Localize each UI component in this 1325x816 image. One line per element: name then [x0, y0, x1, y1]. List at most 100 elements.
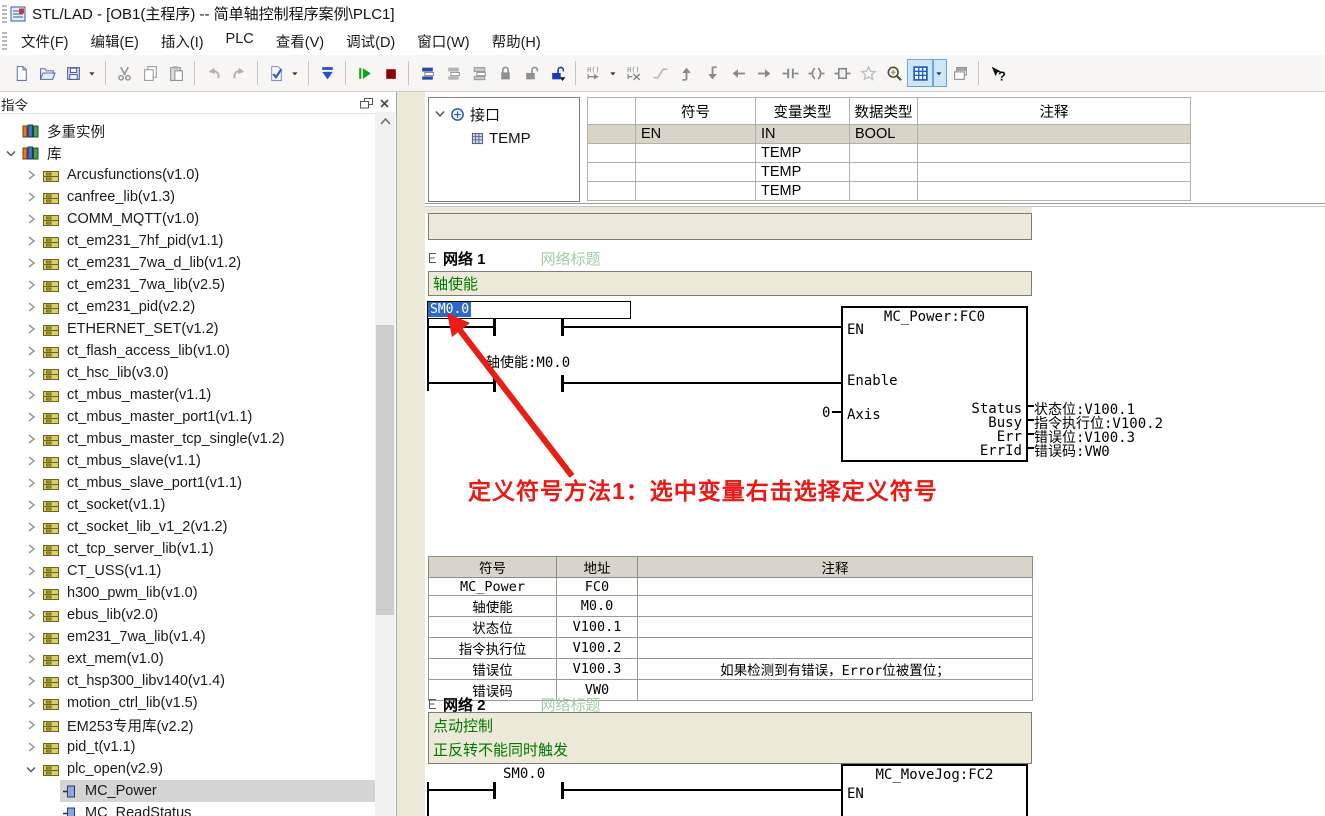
move-up-icon[interactable]: [673, 59, 699, 87]
mc-power-block[interactable]: MC_Power:FC0 EN Enable Axis Status Busy …: [841, 306, 1028, 462]
menu-item-1[interactable]: 文件(F): [10, 28, 80, 55]
cascade-windows-icon[interactable]: [947, 59, 973, 87]
favorites-icon[interactable]: [855, 59, 881, 87]
tree-item-content[interactable]: ct_socket(v1.1): [40, 494, 375, 516]
tree-item-ct_socket-v1-1-[interactable]: ct_socket(v1.1): [0, 494, 375, 516]
panel-splitter[interactable]: [397, 92, 425, 816]
lock-icon[interactable]: [492, 59, 518, 87]
var-cell[interactable]: [850, 144, 918, 163]
tree-item-content[interactable]: ct_mbus_master(v1.1): [40, 384, 375, 406]
tree-item-ct_em231_7hf_pid-v1-1-[interactable]: ct_em231_7hf_pid(v1.1): [0, 230, 375, 252]
symbol-cell[interactable]: 轴使能: [429, 596, 557, 617]
cut-icon[interactable]: [111, 59, 137, 87]
interface-temp-row[interactable]: TEMP: [429, 126, 579, 150]
tree-item-motion_ctrl_lib-v1-5-[interactable]: motion_ctrl_lib(v1.5): [0, 692, 375, 714]
symbol-cell[interactable]: FC0: [557, 578, 638, 596]
collapse-network-icon[interactable]: [428, 252, 438, 264]
pou-comment-box[interactable]: [428, 213, 1032, 240]
tree-item-ext_mem-v1-0-[interactable]: ext_mem(v1.0): [0, 648, 375, 670]
tree-item-ct_socket_lib_v1_2-v1-2-[interactable]: ct_socket_lib_v1_2(v1.2): [0, 516, 375, 538]
symbol-cell[interactable]: [638, 638, 1033, 659]
collapse-network-icon[interactable]: [428, 698, 438, 710]
tree-item-content[interactable]: canfree_lib(v1.3): [40, 186, 375, 208]
chevron-down-icon[interactable]: [2, 149, 20, 158]
symbol-cell[interactable]: MC_Power: [429, 578, 557, 596]
var-cell[interactable]: TEMP: [756, 182, 850, 201]
chevron-right-icon[interactable]: [22, 566, 40, 576]
symbol-cell[interactable]: 指令执行位: [429, 638, 557, 659]
tree-item-content[interactable]: ct_em231_7wa_lib(v2.5): [40, 274, 375, 296]
tree-item-ct_em231_pid-v2-2-[interactable]: ct_em231_pid(v2.2): [0, 296, 375, 318]
menu-item-4[interactable]: PLC: [215, 28, 265, 55]
tree-item-comm_mqtt-v1-0-[interactable]: COMM_MQTT(v1.0): [0, 208, 375, 230]
var-cell[interactable]: [850, 182, 918, 201]
insert-contact-icon[interactable]: [777, 59, 803, 87]
tree-item-content[interactable]: ct_hsp300_libv140(v1.4): [40, 670, 375, 692]
tree-item--[interactable]: 库: [0, 142, 375, 164]
compile-more-icon[interactable]: [289, 59, 303, 87]
branch-more-icon[interactable]: [607, 59, 621, 87]
tree-item-content[interactable]: pid_t(v1.1): [40, 736, 375, 758]
chevron-right-icon[interactable]: [22, 412, 40, 422]
tree-item-content[interactable]: ct_em231_7hf_pid(v1.1): [40, 230, 375, 252]
tree-item-ct_mbus_master_tcp_single-v1-2-[interactable]: ct_mbus_master_tcp_single(v1.2): [0, 428, 375, 450]
tree-item-content[interactable]: plc_open(v2.9): [40, 758, 375, 780]
tree-item-content[interactable]: ETHERNET_SET(v1.2): [40, 318, 375, 340]
context-help-icon[interactable]: ?: [984, 59, 1010, 87]
tree-item-content[interactable]: ct_flash_access_lib(v1.0): [40, 340, 375, 362]
var-cell[interactable]: [636, 144, 756, 163]
symbol-cell[interactable]: V100.3: [557, 659, 638, 680]
var-cell[interactable]: [918, 163, 1191, 182]
tree-item-content[interactable]: motion_ctrl_lib(v1.5): [40, 692, 375, 714]
chevron-right-icon[interactable]: [22, 654, 40, 664]
var-cell[interactable]: TEMP: [756, 144, 850, 163]
chevron-right-icon[interactable]: [22, 390, 40, 400]
tree-item-content[interactable]: MC_ReadStatus: [60, 802, 375, 816]
chevron-right-icon[interactable]: [22, 676, 40, 686]
delete-network-icon[interactable]: [440, 59, 466, 87]
tree-item-ct_mbus_master_port1-v1-1-[interactable]: ct_mbus_master_port1(v1.1): [0, 406, 375, 428]
chevron-right-icon[interactable]: [22, 434, 40, 444]
chevron-right-icon[interactable]: [22, 720, 40, 730]
undo-icon[interactable]: [200, 59, 226, 87]
var-table-row[interactable]: TEMP: [588, 163, 1191, 182]
tree-item-ct_em231_7wa_d_lib-v1-2-[interactable]: ct_em231_7wa_d_lib(v1.2): [0, 252, 375, 274]
net2-contact-label[interactable]: SM0.0: [503, 766, 545, 782]
tree-item-pid_t-v1-1-[interactable]: pid_t(v1.1): [0, 736, 375, 758]
tree-item-content[interactable]: ebus_lib(v2.0): [40, 604, 375, 626]
axis-input-value[interactable]: 0: [822, 405, 830, 421]
sidebar-scrollbar[interactable]: [375, 112, 395, 816]
tree-item-h300_pwm_lib-v1-0-[interactable]: h300_pwm_lib(v1.0): [0, 582, 375, 604]
symbol-cell[interactable]: [638, 680, 1033, 701]
tree-item-content[interactable]: em231_7wa_lib(v1.4): [40, 626, 375, 648]
edit-network-icon[interactable]: [466, 59, 492, 87]
scrollbar-thumb[interactable]: [376, 325, 394, 615]
chevron-right-icon[interactable]: [22, 698, 40, 708]
var-table-row[interactable]: TEMP: [588, 144, 1191, 163]
contact-bar[interactable]: [493, 782, 496, 799]
symbol-table-row[interactable]: MC_PowerFC0: [429, 578, 1033, 596]
tree-item-content[interactable]: Arcusfunctions(v1.0): [40, 164, 375, 186]
symbol-cell[interactable]: 状态位: [429, 617, 557, 638]
menu-item-6[interactable]: 调试(D): [335, 28, 406, 55]
insert-network-icon[interactable]: [414, 59, 440, 87]
tree-item-content[interactable]: ct_tcp_server_lib(v1.1): [40, 538, 375, 560]
var-cell[interactable]: EN: [636, 125, 756, 144]
compile-icon[interactable]: [263, 59, 289, 87]
chevron-right-icon[interactable]: [22, 632, 40, 642]
menu-item-3[interactable]: 插入(I): [150, 28, 215, 55]
insert-box-icon[interactable]: [829, 59, 855, 87]
tree-item-content[interactable]: 库: [20, 142, 375, 164]
move-right-icon[interactable]: [751, 59, 777, 87]
insert-coil-icon[interactable]: [803, 59, 829, 87]
tree-item-content[interactable]: ext_mem(v1.0): [40, 648, 375, 670]
scroll-up-icon[interactable]: [375, 112, 395, 130]
var-cell[interactable]: IN: [756, 125, 850, 144]
tree-item-content[interactable]: 多重实例: [20, 120, 375, 142]
var-cell[interactable]: [636, 163, 756, 182]
chevron-right-icon[interactable]: [22, 368, 40, 378]
close-panel-icon[interactable]: [379, 98, 390, 109]
unlock-icon[interactable]: [518, 59, 544, 87]
var-table-row[interactable]: ENINBOOL: [588, 125, 1191, 144]
pane-splitter-line[interactable]: [425, 203, 1325, 204]
